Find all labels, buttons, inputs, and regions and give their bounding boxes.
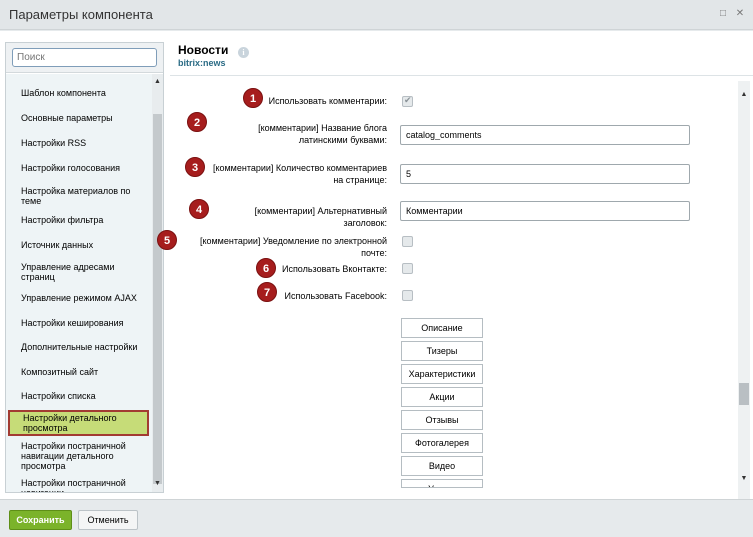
badge-1: 1 <box>243 88 263 108</box>
scroll-up-icon[interactable]: ▲ <box>152 76 163 88</box>
sidebar-item-rss[interactable]: Настройки RSS <box>8 137 149 149</box>
services-button[interactable]: Услуги <box>401 479 483 488</box>
sidebar-item-composite[interactable]: Композитный сайт <box>8 366 149 378</box>
maximize-icon[interactable]: □ <box>718 9 728 19</box>
sidebar-item-data-source[interactable]: Источник данных <box>8 239 149 251</box>
use-fb-label: Использовать Facebook: <box>284 291 387 301</box>
sidebar-item-detail[interactable]: Настройки детального просмотра <box>8 410 149 436</box>
photo-gallery-button[interactable]: Фотогалерея <box>401 433 483 453</box>
badge-6: 6 <box>256 258 276 278</box>
footer: Сохранить Отменить <box>0 499 753 537</box>
sidebar-scrollbar[interactable]: ▲ ▼ <box>152 74 163 492</box>
teasers-button[interactable]: Тизеры <box>401 341 483 361</box>
cancel-button[interactable]: Отменить <box>78 510 138 530</box>
window-title: Параметры компонента <box>9 7 153 22</box>
sidebar-item-urls[interactable]: Управление адресами страниц <box>8 261 149 283</box>
search-input[interactable] <box>12 48 157 67</box>
use-vk-label: Использовать Вконтакте: <box>281 264 387 274</box>
use-fb-checkbox[interactable] <box>402 290 413 301</box>
main-scroll-thumb[interactable] <box>739 383 749 405</box>
sidebar-list: Шаблон компонента Основные параметры Нас… <box>6 74 152 492</box>
description-button[interactable]: Описание <box>401 318 483 338</box>
sidebar-item-template[interactable]: Шаблон компонента <box>8 87 149 99</box>
divider <box>170 75 753 76</box>
comments-count-input[interactable] <box>400 164 690 184</box>
component-title: Новости <box>178 43 229 57</box>
info-icon[interactable]: i <box>238 47 249 58</box>
sidebar-item-pager[interactable]: Настройки постраничной навигации <box>8 477 149 492</box>
sidebar-item-ajax[interactable]: Управление режимом AJAX <box>8 292 149 304</box>
dialog-content: Шаблон компонента Основные параметры Нас… <box>0 31 753 499</box>
email-notify-checkbox[interactable] <box>402 236 413 247</box>
use-vk-checkbox[interactable] <box>402 263 413 274</box>
sidebar-item-list[interactable]: Настройки списка <box>8 390 149 402</box>
alt-title-input[interactable] <box>400 201 690 221</box>
alt-title-label: [комментарии] Альтернативный заголовок: <box>254 206 387 228</box>
scroll-down-icon[interactable]: ▼ <box>152 478 163 490</box>
component-code: bitrix:news <box>178 58 226 68</box>
main-panel: Новости i bitrix:news 1 Использовать ком… <box>157 31 753 499</box>
search-bar <box>6 43 163 73</box>
sidebar: Шаблон компонента Основные параметры Нас… <box>5 42 164 493</box>
sidebar-scroll-thumb[interactable] <box>153 114 162 484</box>
blog-name-input[interactable] <box>400 125 690 145</box>
sidebar-item-voting[interactable]: Настройки голосования <box>8 162 149 174</box>
use-comments-checkbox[interactable] <box>402 95 413 107</box>
blog-name-label: [комментарии] Название блога латинскими … <box>258 123 387 145</box>
badge-7: 7 <box>257 282 277 302</box>
sidebar-item-related[interactable]: Настройка материалов по теме <box>8 185 149 207</box>
close-icon[interactable]: ✕ <box>735 9 745 19</box>
badge-4: 4 <box>189 199 209 219</box>
use-comments-label: Использовать комментарии: <box>268 96 387 106</box>
badge-2: 2 <box>187 112 207 132</box>
badge-3: 3 <box>185 157 205 177</box>
sidebar-item-additional[interactable]: Дополнительные настройки <box>8 341 149 353</box>
scroll-up-icon[interactable]: ▲ <box>738 89 750 101</box>
reviews-button[interactable]: Отзывы <box>401 410 483 430</box>
sidebar-item-filter[interactable]: Настройки фильтра <box>8 214 149 226</box>
video-button[interactable]: Видео <box>401 456 483 476</box>
badge-5: 5 <box>157 230 177 250</box>
sidebar-item-detail-pager[interactable]: Настройки постраничной навигации детальн… <box>8 440 149 472</box>
main-scrollbar[interactable]: ▲ ▼ <box>738 81 750 499</box>
title-bar: Параметры компонента □ ✕ <box>0 0 753 30</box>
save-button[interactable]: Сохранить <box>9 510 72 530</box>
sidebar-item-cache[interactable]: Настройки кеширования <box>8 317 149 329</box>
sidebar-item-main-params[interactable]: Основные параметры <box>8 112 149 124</box>
promotions-button[interactable]: Акции <box>401 387 483 407</box>
comments-count-label: [комментарии] Количество комментариев на… <box>212 163 387 185</box>
scroll-down-icon[interactable]: ▼ <box>738 473 750 485</box>
email-notify-label: [комментарии] Уведомление по электронной… <box>199 236 387 258</box>
component-settings-dialog: Параметры компонента □ ✕ Шаблон компонен… <box>0 0 753 537</box>
characteristics-button[interactable]: Характеристики <box>401 364 483 384</box>
